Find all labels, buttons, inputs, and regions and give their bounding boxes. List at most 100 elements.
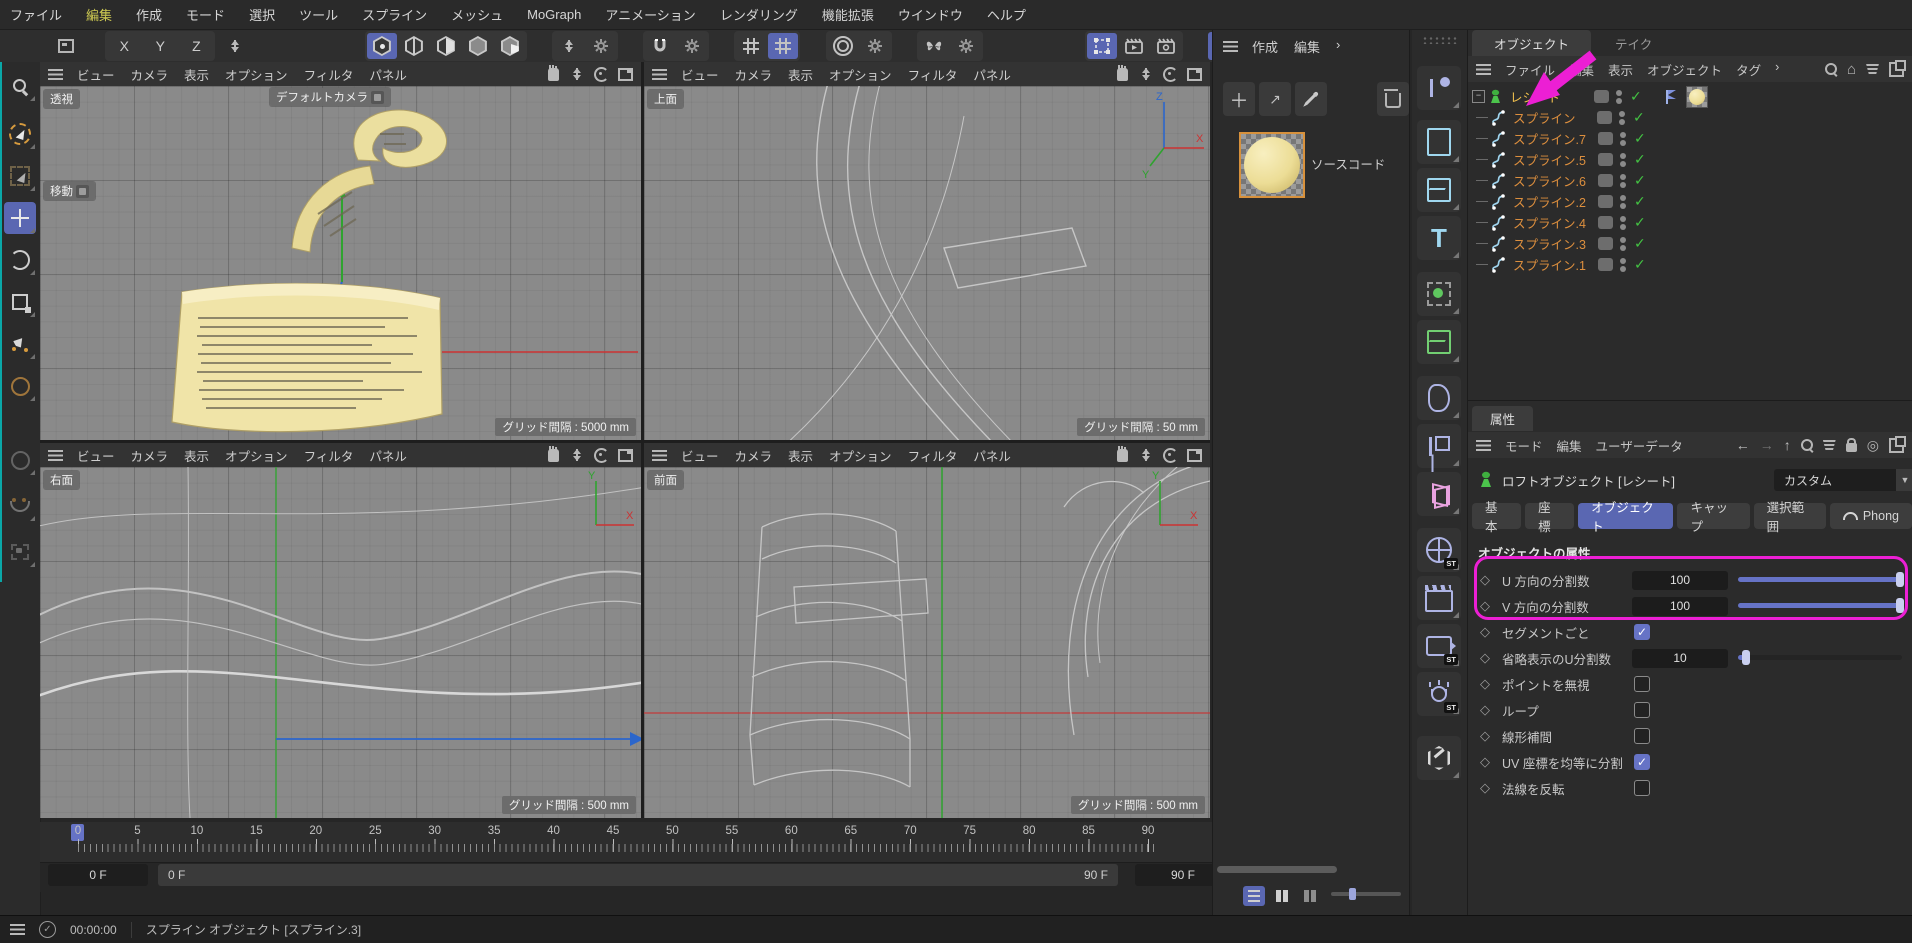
snap-settings-button[interactable]: [677, 33, 707, 59]
lock-selection-button[interactable]: [4, 536, 36, 568]
enabled-check-icon[interactable]: ✓: [1634, 130, 1646, 147]
layer-toggle-icon[interactable]: [1598, 153, 1613, 166]
timeline-tick-5[interactable]: 5: [134, 825, 140, 837]
object-name[interactable]: スプライン.5: [1513, 150, 1586, 169]
viewport-canvas[interactable]: Y X 前面 グリッド間隔 : 500 mm: [644, 467, 1210, 818]
menu-icon[interactable]: [10, 924, 25, 935]
viewport-menu-表示[interactable]: 表示: [788, 446, 813, 465]
render-dot[interactable]: [1616, 98, 1622, 104]
viewport-menu-ビュー[interactable]: ビュー: [681, 65, 719, 84]
render-dot[interactable]: [1620, 224, 1626, 230]
timeline-range-slider[interactable]: 0 F 90 F: [158, 864, 1118, 886]
menubar-item-ファイル[interactable]: ファイル: [10, 5, 62, 24]
menubar-item-作成[interactable]: 作成: [136, 5, 162, 24]
checkbox-線形補間[interactable]: [1634, 728, 1650, 744]
chevron-down-icon[interactable]: ▼: [1896, 469, 1912, 491]
render-dot[interactable]: [1620, 266, 1626, 272]
render-dot[interactable]: [1619, 119, 1625, 125]
preview-size-slider[interactable]: [1331, 892, 1401, 896]
object-row-スプライン.1[interactable]: スプライン.1✓: [1468, 254, 1912, 275]
viewport-menu-パネル[interactable]: パネル: [973, 446, 1011, 465]
viewport-menu-カメラ[interactable]: カメラ: [131, 446, 169, 465]
keyframe-diamond-icon[interactable]: ◇: [1480, 676, 1490, 692]
object-name[interactable]: スプライン.4: [1513, 213, 1586, 232]
viewport-pan-hand-button[interactable]: [545, 66, 561, 82]
enabled-check-icon[interactable]: ✓: [1634, 172, 1646, 189]
symmetry-settings-button[interactable]: [951, 33, 981, 59]
attribute-tab-選択範囲[interactable]: 選択範囲: [1754, 503, 1826, 529]
viewport-pan-hand-button[interactable]: [1114, 66, 1130, 82]
live-selection-button[interactable]: [4, 118, 36, 150]
viewport-canvas[interactable]: Y X 右面 グリッド間隔 : 500 mm: [40, 467, 641, 818]
null-axis-button[interactable]: [1417, 424, 1461, 468]
editor-dot[interactable]: [1619, 111, 1625, 117]
edge-mode-button[interactable]: [431, 33, 461, 59]
keyframe-diamond-icon[interactable]: ◇: [1480, 572, 1490, 588]
object-row-スプライン.6[interactable]: スプライン.6 ✓: [1468, 170, 1912, 191]
layer-toggle-icon[interactable]: [1598, 216, 1613, 229]
delete-material-button[interactable]: [1377, 82, 1409, 116]
timeline-tick-85[interactable]: 85: [1082, 825, 1095, 837]
attribute-tab-キャップ[interactable]: キャップ: [1677, 503, 1749, 529]
enabled-check-icon[interactable]: ✓: [1633, 109, 1645, 126]
material-name[interactable]: ソースコード: [1311, 154, 1385, 173]
keyframe-diamond-icon[interactable]: ◇: [1480, 624, 1490, 640]
viewport-menu-パネル[interactable]: パネル: [369, 65, 407, 84]
visibility-dots-icon[interactable]: [1616, 90, 1622, 104]
circle-tool-button[interactable]: [4, 444, 36, 476]
object-name[interactable]: スプライン.6: [1513, 171, 1586, 190]
slider-knob[interactable]: [1896, 572, 1904, 587]
checkbox-ループ[interactable]: [1634, 702, 1650, 718]
timeline-tick-65[interactable]: 65: [844, 825, 857, 837]
globe-st-button[interactable]: [1417, 528, 1461, 572]
expander-icon[interactable]: −: [1472, 90, 1485, 103]
viewport-menu-フィルタ[interactable]: フィルタ: [304, 65, 354, 84]
viewport-menu-オプション[interactable]: オプション: [829, 65, 892, 84]
viewport-menu-ビュー[interactable]: ビュー: [77, 446, 115, 465]
texture-tag-icon[interactable]: [1686, 86, 1708, 108]
viewport-maximize-view-button[interactable]: [1186, 66, 1202, 82]
viewport-maximize-view-button[interactable]: [617, 447, 633, 463]
menu-icon[interactable]: [48, 69, 63, 80]
timeline-tick-30[interactable]: 30: [428, 825, 441, 837]
move-tool-button[interactable]: [4, 202, 36, 234]
viewport-menu-フィルタ[interactable]: フィルタ: [908, 446, 958, 465]
pick-material-button[interactable]: [1295, 82, 1327, 116]
slider-track[interactable]: [1738, 655, 1902, 660]
dock-grip[interactable]: [1422, 36, 1458, 44]
material-thumbnail[interactable]: [1239, 132, 1305, 198]
editor-dot[interactable]: [1616, 90, 1622, 96]
soft-arc-button[interactable]: [4, 490, 36, 522]
tab-テイク[interactable]: テイク: [1593, 30, 1674, 56]
object-name[interactable]: スプライン.2: [1513, 192, 1586, 211]
viewport-menu-パネル[interactable]: パネル: [369, 446, 407, 465]
object-menu-編集[interactable]: 編集: [1569, 60, 1594, 79]
search-icon[interactable]: [1801, 439, 1813, 451]
timeline-tick-50[interactable]: 50: [666, 825, 679, 837]
menubar-item-ヘルプ[interactable]: ヘルプ: [987, 5, 1026, 24]
viewport-zoom-view-button[interactable]: [569, 66, 585, 82]
enabled-check-icon[interactable]: ✓: [1634, 256, 1646, 273]
viewport-right[interactable]: ビューカメラ表示オプションフィルタパネル Y: [40, 443, 641, 818]
keyframe-diamond-icon[interactable]: ◇: [1480, 702, 1490, 718]
viewport-front[interactable]: ビューカメラ表示オプションフィルタパネル: [644, 443, 1210, 818]
viewport-menu-ビュー[interactable]: ビュー: [681, 446, 719, 465]
target-icon[interactable]: ◎: [1867, 438, 1879, 452]
render-dot[interactable]: [1620, 161, 1626, 167]
keyframe-diamond-icon[interactable]: ◇: [1480, 780, 1490, 796]
menubar-item-メッシュ[interactable]: メッシュ: [451, 5, 503, 24]
large-view-button[interactable]: [1299, 886, 1321, 906]
viewport-zoom-view-button[interactable]: [569, 447, 585, 463]
object-name[interactable]: スプライン: [1513, 108, 1585, 127]
menu-icon[interactable]: [48, 450, 63, 461]
value-field[interactable]: 100: [1632, 571, 1728, 590]
menu-icon[interactable]: [1223, 41, 1238, 52]
axis-lock-Y-button[interactable]: Y: [143, 33, 177, 59]
timeline-tick-45[interactable]: 45: [607, 825, 620, 837]
magnifier-button[interactable]: [4, 70, 36, 102]
layer-toggle-icon[interactable]: [1598, 237, 1613, 250]
add-material-button[interactable]: ＋: [1223, 82, 1255, 116]
editor-dot[interactable]: [1620, 258, 1626, 264]
timeline-tick-15[interactable]: 15: [250, 825, 263, 837]
render-view-button[interactable]: [1119, 33, 1149, 59]
